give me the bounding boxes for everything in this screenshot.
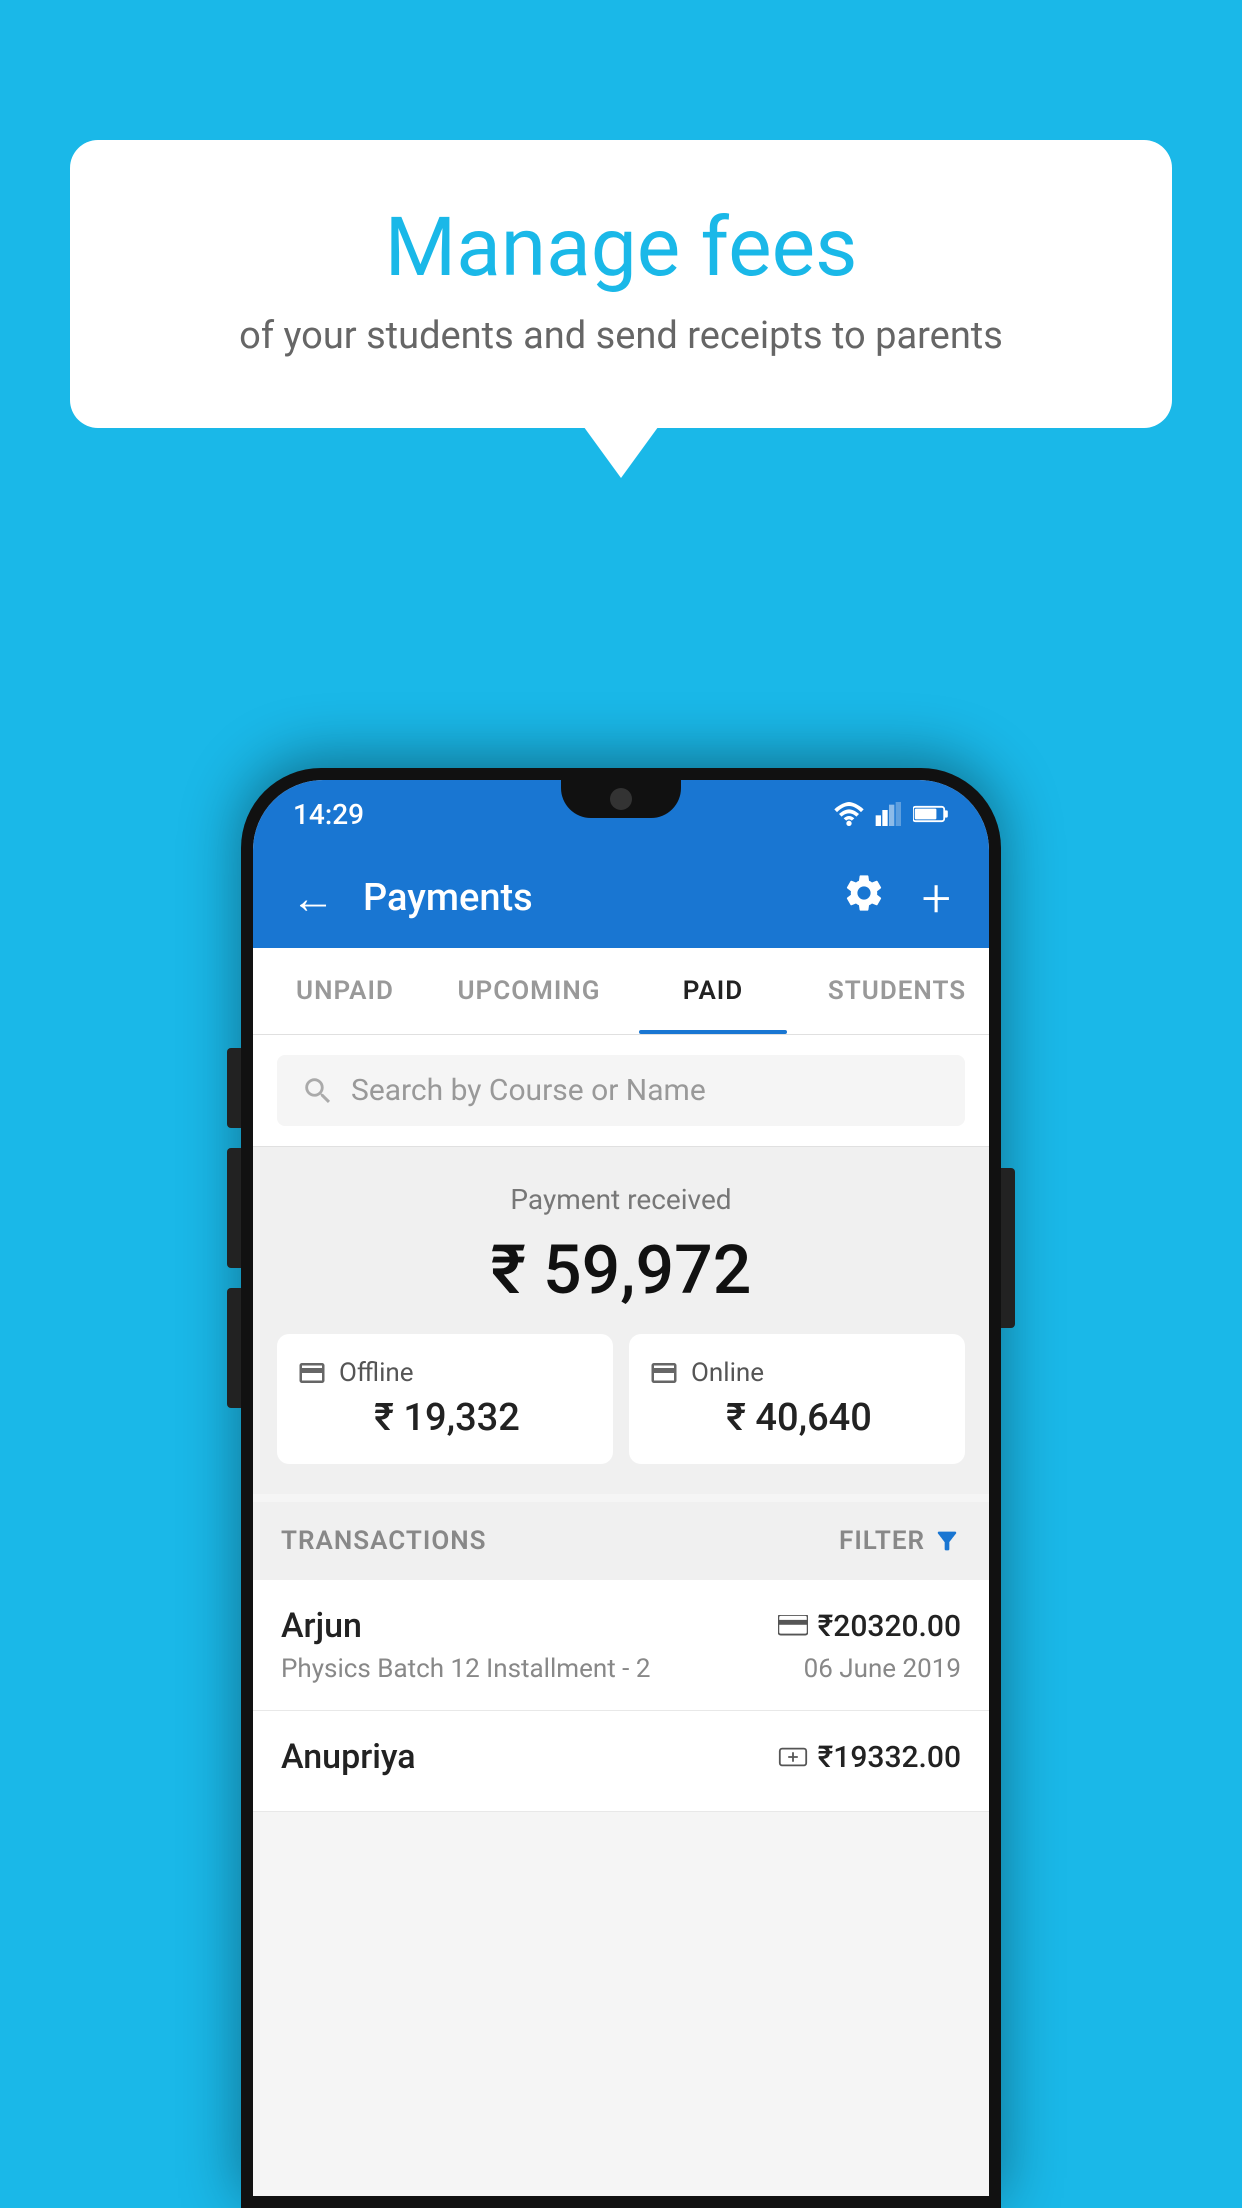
- transaction-row-top: Arjun ₹20320.00: [281, 1606, 961, 1646]
- online-icon: [649, 1358, 679, 1388]
- phone-screen: 14:29: [253, 780, 989, 2196]
- offline-header: Offline: [297, 1358, 593, 1388]
- filter-button[interactable]: FILTER: [839, 1526, 961, 1556]
- filter-icon: [933, 1527, 961, 1555]
- transaction-row-top: Anupriya ₹19332.00: [281, 1737, 961, 1777]
- transaction-name: Arjun: [281, 1606, 362, 1646]
- search-bar[interactable]: Search by Course or Name: [277, 1055, 965, 1126]
- online-label: Online: [691, 1358, 764, 1388]
- status-icons: [833, 802, 949, 826]
- offline-label: Offline: [339, 1358, 414, 1388]
- status-time: 14:29: [293, 798, 364, 831]
- side-button-right: [1001, 1168, 1015, 1328]
- notch: [561, 780, 681, 818]
- phone-frame: 14:29: [241, 768, 1001, 2208]
- signal-icon: [875, 802, 903, 826]
- transactions-label: TRANSACTIONS: [281, 1526, 487, 1556]
- camera: [610, 788, 632, 810]
- online-card: Online ₹ 40,640: [629, 1334, 965, 1464]
- transaction-row[interactable]: Anupriya ₹19332.00: [253, 1711, 989, 1812]
- payment-summary: Payment received ₹ 59,972 Offline ₹ 19,3…: [253, 1147, 989, 1494]
- side-button-power: [227, 1048, 241, 1128]
- tab-upcoming[interactable]: UPCOMING: [437, 948, 621, 1034]
- battery-icon: [913, 804, 949, 824]
- speech-bubble-section: Manage fees of your students and send re…: [70, 140, 1172, 428]
- transaction-amount: ₹20320.00: [778, 1609, 961, 1644]
- payment-received-label: Payment received: [277, 1183, 965, 1216]
- transaction-name: Anupriya: [281, 1737, 416, 1777]
- wifi-icon: [833, 802, 865, 826]
- search-placeholder: Search by Course or Name: [351, 1073, 706, 1108]
- payment-total: ₹ 59,972: [277, 1230, 965, 1310]
- bubble-title: Manage fees: [150, 200, 1092, 296]
- app-bar: ← Payments +: [253, 848, 989, 948]
- side-button-volume-down: [227, 1288, 241, 1408]
- offline-amount: ₹ 19,332: [297, 1396, 593, 1440]
- transaction-amount: ₹19332.00: [778, 1740, 961, 1775]
- transaction-course: Physics Batch 12 Installment - 2: [281, 1654, 650, 1684]
- tab-paid[interactable]: PAID: [621, 948, 805, 1034]
- online-amount: ₹ 40,640: [649, 1396, 945, 1440]
- payment-type-icon-online: [778, 1615, 808, 1637]
- transaction-row-bottom: Physics Batch 12 Installment - 2 06 June…: [281, 1654, 961, 1684]
- settings-button[interactable]: [834, 863, 894, 934]
- offline-card: Offline ₹ 19,332: [277, 1334, 613, 1464]
- bubble-subtitle: of your students and send receipts to pa…: [150, 314, 1092, 358]
- side-button-volume-up: [227, 1148, 241, 1268]
- tab-unpaid[interactable]: UNPAID: [253, 948, 437, 1034]
- search-icon: [301, 1074, 335, 1108]
- page-title: Payments: [363, 876, 814, 920]
- transaction-date: 06 June 2019: [804, 1654, 961, 1684]
- offline-icon: [297, 1358, 327, 1388]
- status-bar: 14:29: [253, 780, 989, 848]
- search-container: Search by Course or Name: [253, 1035, 989, 1147]
- back-button[interactable]: ←: [283, 864, 343, 932]
- online-header: Online: [649, 1358, 945, 1388]
- add-button[interactable]: +: [914, 860, 959, 937]
- transaction-row[interactable]: Arjun ₹20320.00 Physics Batch 12 Install…: [253, 1580, 989, 1711]
- speech-bubble: Manage fees of your students and send re…: [70, 140, 1172, 428]
- payment-type-icon-offline: [778, 1745, 808, 1769]
- tab-students[interactable]: STUDENTS: [805, 948, 989, 1034]
- transactions-header: TRANSACTIONS FILTER: [253, 1502, 989, 1580]
- tabs-bar: UNPAID UPCOMING PAID STUDENTS: [253, 948, 989, 1035]
- payment-cards: Offline ₹ 19,332 Online ₹ 40,640: [277, 1334, 965, 1464]
